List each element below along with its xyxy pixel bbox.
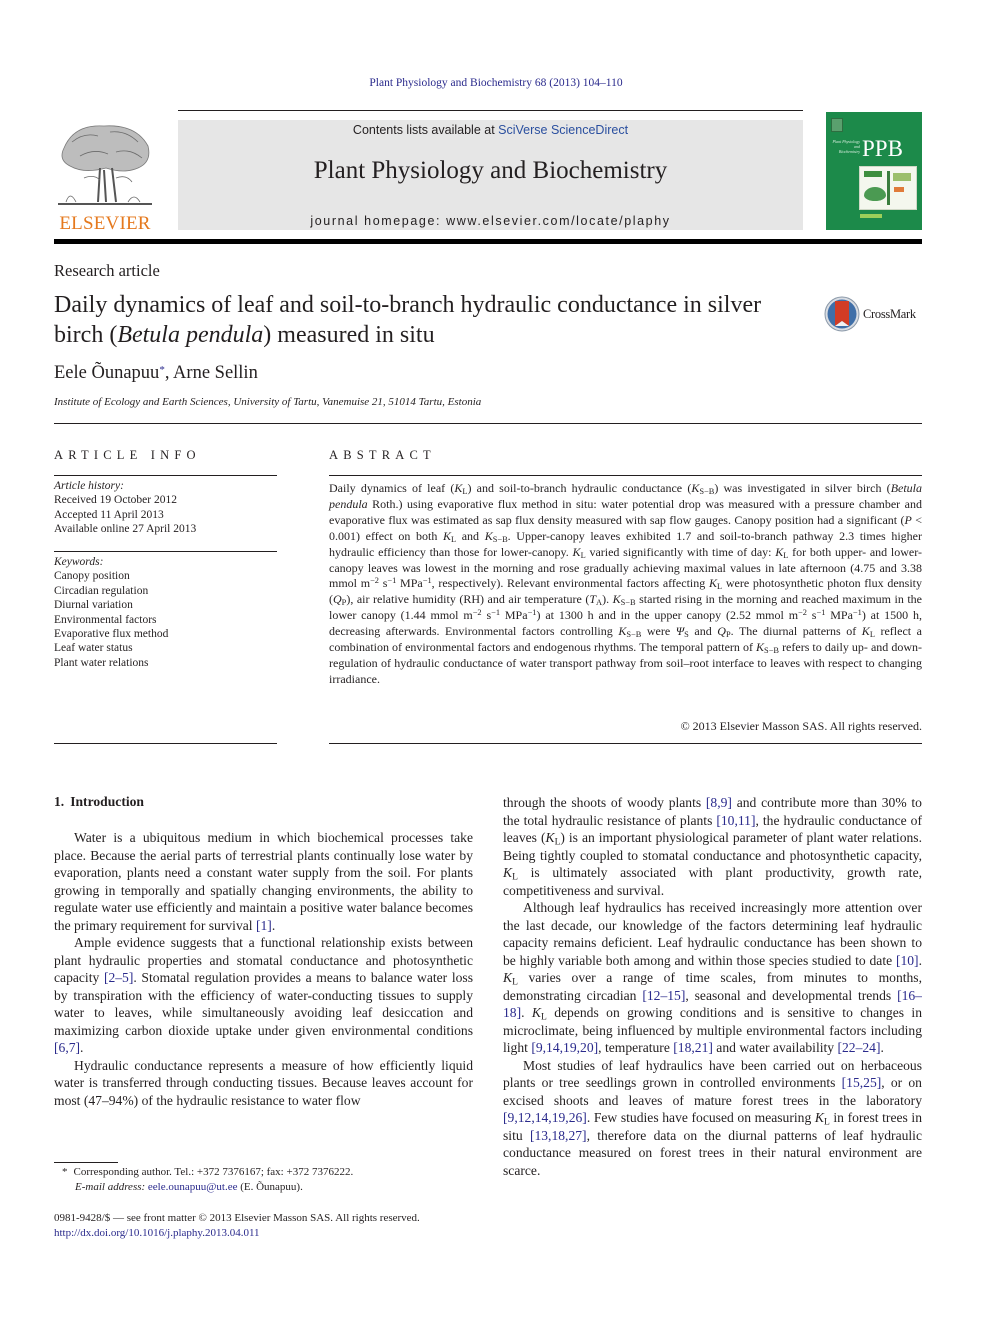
issn-line: 0981-9428/$ — see front matter © 2013 El…: [54, 1212, 420, 1224]
journal-masthead: Contents lists available at SciVerse Sci…: [178, 120, 803, 230]
contents-line: Contents lists available at SciVerse Sci…: [178, 123, 803, 137]
body-column-right: through the shoots of woody plants [8,9]…: [503, 794, 922, 1179]
cover-abbreviation: PPB: [862, 136, 903, 161]
body-paragraph: Ample evidence suggests that a functiona…: [54, 935, 474, 1055]
front-matter: 0981-9428/$ — see front matter © 2013 El…: [54, 1211, 484, 1241]
abstract-heading: ABSTRACT: [329, 448, 436, 462]
article-info-rule: [54, 551, 277, 552]
abstract-copyright: © 2013 Elsevier Masson SAS. All rights r…: [680, 719, 922, 733]
header-rule: [178, 110, 803, 111]
author-affiliation: Institute of Ecology and Earth Sciences,…: [54, 396, 482, 408]
crossmark-badge[interactable]: CrossMark: [824, 296, 924, 336]
footnote-rule: [54, 1162, 118, 1163]
corresponding-author-footnote: * Corresponding author. Tel.: +372 737616…: [54, 1165, 484, 1195]
article-info-rule: [54, 475, 277, 476]
cover-leaf-icon: [864, 187, 886, 201]
article-history: Article history: Received 19 October 201…: [54, 479, 277, 537]
cover-figure-block: [894, 187, 904, 192]
history-accepted: Accepted 11 April 2013: [54, 508, 164, 521]
journal-cover[interactable]: Plant Physiology and Biochemistry PPB: [826, 112, 922, 230]
section-rule: [54, 423, 922, 424]
citation-link[interactable]: [18,21]: [673, 1040, 713, 1055]
elsevier-logo[interactable]: ELSEVIER: [54, 118, 156, 236]
abstract-rule: [329, 475, 922, 476]
crossmark-label: CrossMark: [863, 307, 916, 321]
article-info-heading: ARTICLE INFO: [54, 448, 201, 462]
journal-title: Plant Physiology and Biochemistry: [313, 157, 668, 184]
section-number: 1.: [54, 794, 65, 809]
journal-homepage[interactable]: journal homepage: www.elsevier.com/locat…: [178, 214, 803, 228]
history-online: Available online 27 April 2013: [54, 523, 197, 536]
keyword-item: Evaporative flux method: [54, 628, 169, 641]
email-link[interactable]: eele.ounapuu@ut.ee: [148, 1181, 238, 1193]
author-name[interactable]: Arne Sellin: [173, 363, 258, 383]
keywords-label: Keywords:: [54, 556, 104, 568]
keyword-item: Environmental factors: [54, 613, 157, 626]
article-history-label: Article history:: [54, 480, 124, 492]
cover-figure-block: [864, 171, 882, 177]
email-label: E-mail address:: [75, 1181, 146, 1193]
citation-link[interactable]: [15,25]: [842, 1075, 882, 1090]
body-paragraph: Water is a ubiquitous medium in which bi…: [54, 830, 473, 933]
citation-link[interactable]: [13,18,27]: [530, 1128, 587, 1143]
journal-reference[interactable]: Plant Physiology and Biochemistry 68 (20…: [0, 77, 992, 89]
citation-link[interactable]: [9,12,14,19,26]: [503, 1110, 587, 1125]
citation-link[interactable]: [12–15]: [642, 988, 685, 1003]
crossmark-icon: [824, 296, 860, 332]
author-separator: ,: [164, 363, 174, 383]
article-info-rule: [54, 743, 277, 744]
citation-link[interactable]: [10]: [896, 953, 919, 968]
cover-figure-icon: [859, 166, 917, 210]
article-type: Research article: [54, 261, 160, 280]
keyword-item: Leaf water status: [54, 642, 133, 655]
abstract-rule: [329, 743, 922, 744]
cover-figure-block: [893, 173, 911, 181]
footnote-star: *: [62, 1166, 68, 1178]
body-column-left: Water is a ubiquitous medium in which bi…: [54, 829, 473, 1109]
keyword-item: Circadian regulation: [54, 584, 149, 597]
cover-subtitle: Plant Physiology and Biochemistry: [832, 139, 860, 154]
elsevier-tree-icon: [58, 125, 152, 205]
elsevier-wordmark: ELSEVIER: [59, 213, 151, 234]
citation-link[interactable]: [2–5]: [104, 970, 133, 985]
citation-link[interactable]: [1]: [256, 918, 272, 933]
introduction-heading: 1. Introduction: [54, 794, 144, 810]
body-paragraph: Hydraulic conductance represents a measu…: [54, 1057, 473, 1108]
keyword-item: Canopy position: [54, 570, 130, 583]
keyword-item: Plant water relations: [54, 656, 149, 669]
cover-footer-mark: [860, 214, 882, 218]
author-list: Eele Õunapuu*, Arne Sellin: [54, 363, 258, 384]
author-name[interactable]: Eele Õunapuu: [54, 363, 159, 383]
body-paragraph: Although leaf hydraulics has received in…: [503, 900, 923, 1055]
citation-link[interactable]: [22–24]: [837, 1040, 880, 1055]
cover-elsevier-icon: [831, 118, 843, 132]
keywords-list: Keywords: Canopy position Circadian regu…: [54, 555, 277, 670]
citation-link[interactable]: [6,7]: [54, 1040, 80, 1055]
doi-link[interactable]: http://dx.doi.org/10.1016/j.plaphy.2013.…: [54, 1227, 260, 1239]
article-title: Daily dynamics of leaf and soil-to-branc…: [54, 290, 804, 350]
title-species: Betula pendula: [117, 322, 264, 348]
history-received: Received 19 October 2012: [54, 494, 177, 507]
abstract-text: Daily dynamics of leaf (KL) and soil-to-…: [329, 481, 923, 686]
title-text-end: ) measured in situ: [263, 322, 435, 348]
citation-link[interactable]: [9,14,19,20]: [531, 1040, 598, 1055]
body-paragraph: through the shoots of woody plants [8,9]…: [503, 795, 922, 898]
sciencedirect-link[interactable]: SciVerse ScienceDirect: [498, 123, 628, 137]
contents-prefix: Contents lists available at: [352, 123, 499, 137]
citation-link[interactable]: [8,9]: [706, 795, 732, 810]
keyword-item: Diurnal variation: [54, 599, 133, 612]
masthead-thick-rule: [54, 239, 922, 244]
citation-link[interactable]: [16–18]: [503, 988, 922, 1021]
email-owner: (E. Õunapuu).: [240, 1181, 303, 1193]
citation-link[interactable]: [10,11]: [716, 813, 755, 828]
body-paragraph: Most studies of leaf hydraulics have bee…: [503, 1057, 923, 1178]
footnote-contact: Corresponding author. Tel.: +372 7376167…: [73, 1166, 354, 1178]
section-title: Introduction: [70, 794, 144, 809]
cover-stem-shape: [887, 171, 890, 205]
